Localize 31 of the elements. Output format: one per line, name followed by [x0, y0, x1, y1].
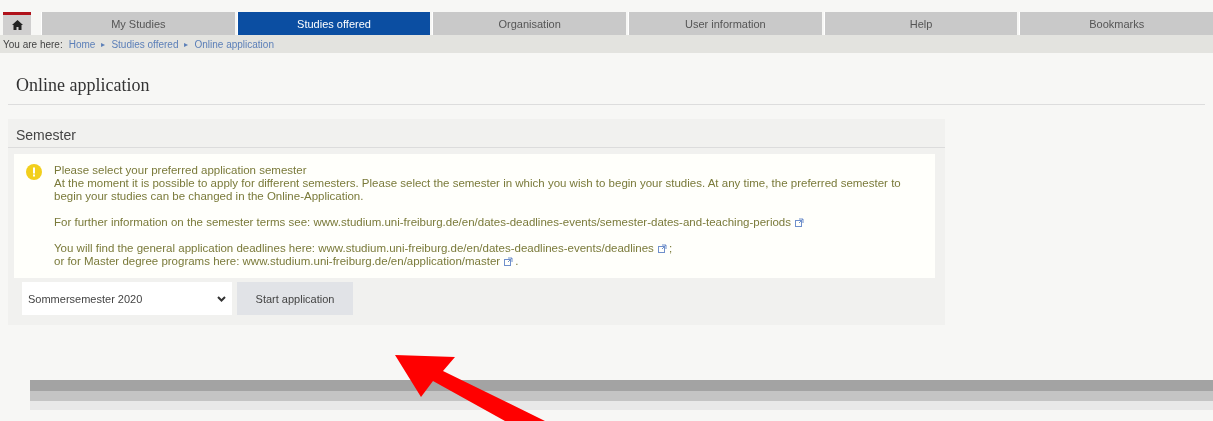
- breadcrumb-label: You are here:: [3, 38, 63, 50]
- breadcrumb-link[interactable]: Online application: [194, 38, 274, 50]
- home-button[interactable]: [3, 12, 31, 35]
- info-text: For further information on the semester terms see: www.studium.uni-freiburg.de/en/dates-deadlines-events/semester-dates-and-teaching-periods: [54, 216, 791, 228]
- breadcrumb-link[interactable]: Home: [68, 38, 96, 50]
- external-link-icon[interactable]: [795, 218, 804, 228]
- punctuation: ;: [668, 242, 673, 254]
- info-icon: [26, 164, 42, 180]
- start-application-button[interactable]: Start application: [237, 282, 353, 315]
- external-link-icon[interactable]: [504, 257, 514, 267]
- semester-select[interactable]: Sommersemester 2020: [22, 282, 232, 315]
- punctuation: .: [515, 255, 519, 267]
- info-text: or for Master degree programs here: www.studium.uni-freiburg.de/en/application/master: [54, 255, 501, 267]
- nav-tab[interactable]: Help: [823, 12, 1018, 35]
- nav-tab[interactable]: Studies offered: [236, 12, 431, 35]
- info-text: At the moment it is possible to apply for different semesters. Please select the semester in which you wish to begin your studies. At any time, the preferred semester to begin your studies can be changed in the Online-Application.: [54, 177, 901, 202]
- select-value: Sommersemester 2020: [28, 292, 143, 305]
- breadcrumb-separator: ▸: [101, 39, 106, 49]
- external-link-icon[interactable]: [657, 244, 667, 254]
- nav-tab[interactable]: Bookmarks: [1019, 12, 1213, 35]
- nav-tab[interactable]: My Studies: [41, 12, 235, 35]
- breadcrumb-link[interactable]: Studies offered: [111, 38, 179, 50]
- info-text: You will find the general application deadlines here: www.studium.uni-freiburg.de/en/dates-deadlines-events/deadlines: [54, 242, 654, 254]
- info-heading: Please select your preferred application semester: [54, 164, 308, 177]
- nav-tab[interactable]: User information: [628, 12, 822, 35]
- nav-tab[interactable]: Organisation: [432, 12, 626, 35]
- section-title: Semester: [8, 119, 945, 148]
- breadcrumb-separator: ▸: [184, 39, 189, 49]
- page-title: Online application: [8, 75, 1205, 105]
- chevron-down-icon: [217, 295, 226, 302]
- home-icon: [11, 20, 23, 30]
